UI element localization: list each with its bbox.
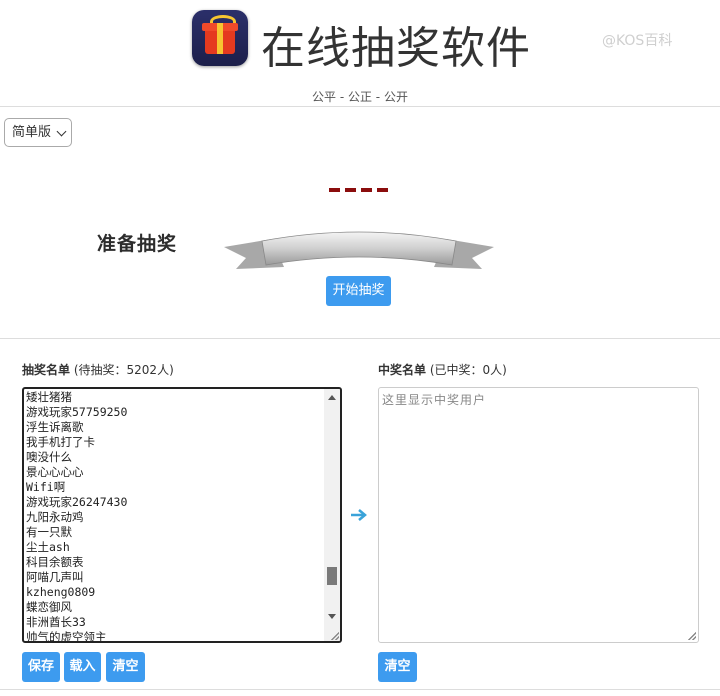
participants-list: 矮壮猪猪 游戏玩家57759250 浮生诉离歌 我手机打了卡 噢没什么 景心心心心 Wifi… [26, 390, 128, 643]
participant-name: 尘土ash [26, 540, 70, 554]
load-button[interactable]: 载入 [64, 652, 101, 682]
participant-name: 阿喵几声叫 [26, 570, 84, 584]
participant-name: 我手机打了卡 [26, 435, 95, 449]
winners-title: 中奖名单 [378, 363, 427, 377]
participants-count: (待抽奖：5202人) [73, 363, 174, 377]
participants-label: 抽奖名单 (待抽奖：5202人) [22, 361, 174, 378]
winners-count: (已中奖：0人) [429, 363, 507, 377]
winners-label: 中奖名单 (已中奖：0人) [378, 361, 507, 378]
banner-text: 准备抽奖 [96, 233, 177, 255]
watermark: @KOS百科 [602, 33, 673, 49]
participant-name: Wifi啊 [26, 480, 66, 494]
participant-name: 浮生诉离歌 [26, 420, 84, 434]
participant-name: 游戏玩家57759250 [26, 405, 128, 419]
mode-select[interactable]: 简单版 [4, 118, 72, 147]
participants-title: 抽奖名单 [22, 363, 71, 377]
mode-select-value: 简单版 [12, 125, 52, 140]
participant-name: 噢没什么 [26, 450, 72, 464]
participant-name: 帅气的虚空领主 [26, 630, 107, 643]
start-draw-button[interactable]: 开始抽奖 [326, 276, 391, 306]
scroll-down-icon[interactable] [328, 614, 336, 619]
resize-handle-icon[interactable] [688, 632, 696, 640]
page-title: 在线抽奖软件 [261, 23, 531, 74]
participant-name: 游戏玩家26247430 [26, 495, 128, 509]
resize-handle-icon[interactable] [331, 632, 339, 640]
participant-name: 九阳永动鸡 [26, 510, 84, 524]
participants-scrollbar[interactable] [324, 389, 340, 641]
arrow-right-icon [351, 509, 367, 521]
gift-logo-icon [192, 10, 248, 66]
participant-name: 景心心心心 [26, 465, 84, 479]
clear-winners-button[interactable]: 清空 [378, 652, 417, 682]
header: 在线抽奖软件 @KOS百科 公平 - 公正 - 公开 [0, 0, 720, 107]
winners-textarea[interactable]: 这里显示中奖用户 [378, 387, 699, 643]
participants-textarea[interactable]: 矮壮猪猪 游戏玩家57759250 浮生诉离歌 我手机打了卡 噢没什么 景心心心心 Wifi… [22, 387, 342, 643]
participant-name: 蝶恋御风 [26, 600, 72, 614]
winners-placeholder: 这里显示中奖用户 [382, 393, 487, 407]
footer-divider [0, 689, 720, 690]
participant-name: 矮壮猪猪 [26, 390, 72, 404]
save-button[interactable]: 保存 [22, 652, 60, 682]
draw-result-placeholder [329, 188, 388, 192]
page-subtitle: 公平 - 公正 - 公开 [312, 90, 408, 104]
scrollbar-thumb[interactable] [327, 567, 337, 585]
participant-name: 非洲酋长33 [26, 615, 86, 629]
clear-participants-button[interactable]: 清空 [106, 652, 145, 682]
participant-name: kzheng0809 [26, 585, 96, 599]
participant-name: 有一只默 [26, 525, 72, 539]
divider [0, 338, 720, 339]
participant-name: 科目余额表 [26, 555, 84, 569]
chevron-down-icon [56, 126, 67, 137]
scroll-up-icon[interactable] [328, 395, 336, 400]
